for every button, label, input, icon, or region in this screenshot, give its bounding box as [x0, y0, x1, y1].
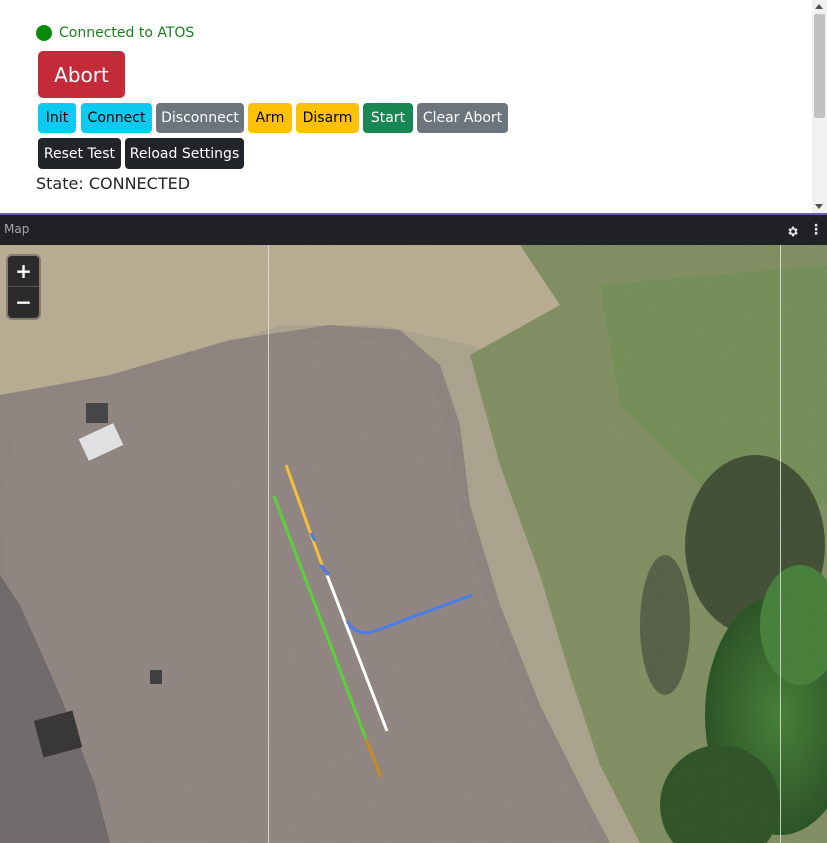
connect-button[interactable]: Connect [81, 103, 152, 133]
state-text: State: CONNECTED [36, 174, 191, 193]
reset-test-button[interactable]: Reset Test [38, 138, 121, 169]
clear-abort-button[interactable]: Clear Abort [417, 103, 508, 133]
zoom-out-button[interactable]: − [8, 287, 39, 317]
arm-button[interactable]: Arm [248, 103, 292, 133]
gear-icon[interactable] [786, 223, 799, 242]
panel-scrollbar[interactable] [812, 0, 827, 213]
scrollbar-thumb[interactable] [814, 14, 825, 118]
kebab-menu-icon[interactable]: ⋮ [809, 223, 823, 237]
scroll-up-arrow-icon[interactable] [815, 4, 823, 9]
abort-button[interactable]: Abort [38, 51, 125, 98]
scroll-down-arrow-icon[interactable] [815, 204, 823, 209]
control-panel: Connected to ATOS Abort Init Connect Dis… [0, 0, 812, 213]
start-button[interactable]: Start [363, 103, 413, 133]
status-dot-icon [36, 25, 52, 41]
connection-status: Connected to ATOS [36, 25, 194, 41]
zoom-in-button[interactable]: + [8, 256, 39, 286]
connection-status-text: Connected to ATOS [59, 25, 195, 41]
disarm-button[interactable]: Disarm [296, 103, 359, 133]
zoom-control: + − [8, 256, 39, 318]
map-panel-header: Map ⋮ [0, 215, 827, 245]
map-canvas[interactable] [0, 245, 827, 843]
satellite-map[interactable]: + − [0, 245, 827, 843]
init-button[interactable]: Init [38, 103, 76, 133]
reload-settings-button[interactable]: Reload Settings [125, 138, 244, 169]
disconnect-button[interactable]: Disconnect [156, 103, 244, 133]
map-panel-title: Map [4, 222, 30, 236]
